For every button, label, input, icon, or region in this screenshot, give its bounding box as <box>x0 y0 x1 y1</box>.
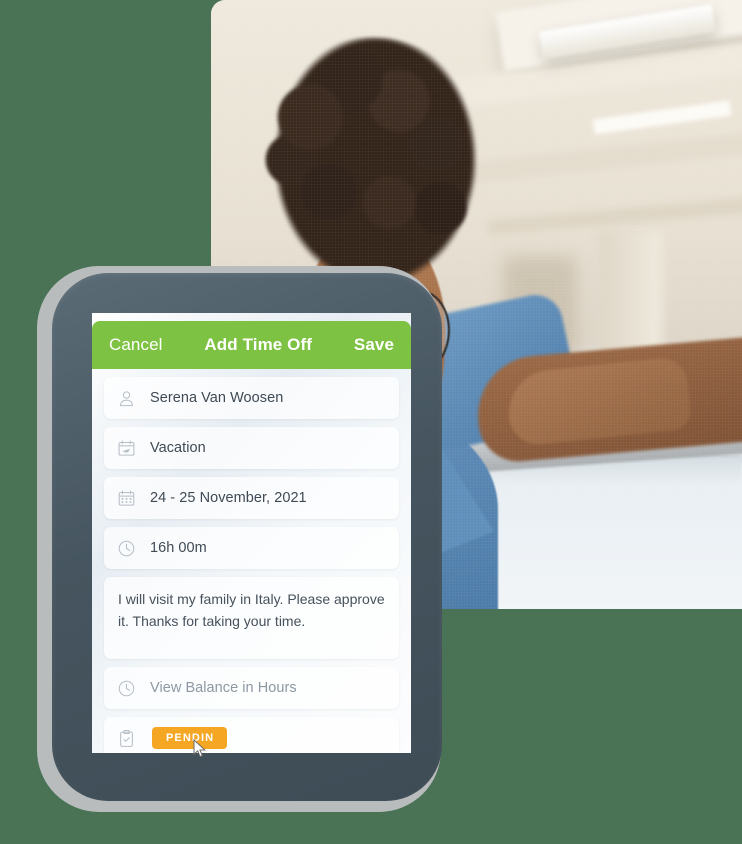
cancel-button[interactable]: Cancel <box>109 335 163 355</box>
status-badge: PENDIN <box>152 727 228 749</box>
field-timeoff-type[interactable]: Vacation <box>104 427 399 469</box>
save-button[interactable]: Save <box>354 335 394 355</box>
page-title: Add Time Off <box>204 335 313 354</box>
field-status[interactable]: PENDIN <box>104 717 399 753</box>
field-date-range[interactable]: 24 - 25 November, 2021 <box>104 477 399 519</box>
timeoff-type-value: Vacation <box>150 440 206 456</box>
clock-icon <box>115 677 137 699</box>
person-icon <box>115 387 137 409</box>
notes-text: I will visit my family in Italy. Please … <box>118 591 385 629</box>
app-header: Cancel Add Time Off Save <box>92 321 411 369</box>
field-view-balance[interactable]: View Balance in Hours <box>104 667 399 709</box>
vacation-plane-icon <box>115 437 137 459</box>
date-range-value: 24 - 25 November, 2021 <box>150 490 307 506</box>
view-balance-label: View Balance in Hours <box>150 680 297 696</box>
phone-screen: Cancel Add Time Off Save Serena Van Woos… <box>92 313 411 753</box>
field-duration[interactable]: 16h 00m <box>104 527 399 569</box>
notes-textarea[interactable]: I will visit my family in Italy. Please … <box>104 577 399 659</box>
duration-value: 16h 00m <box>150 540 207 556</box>
time-off-form: Serena Van Woosen Vacation 24 - 25 Novem… <box>92 369 411 753</box>
employee-name: Serena Van Woosen <box>150 390 284 406</box>
clock-icon <box>115 537 137 559</box>
calendar-icon <box>115 487 137 509</box>
clipboard-check-icon <box>115 727 137 749</box>
field-employee[interactable]: Serena Van Woosen <box>104 377 399 419</box>
